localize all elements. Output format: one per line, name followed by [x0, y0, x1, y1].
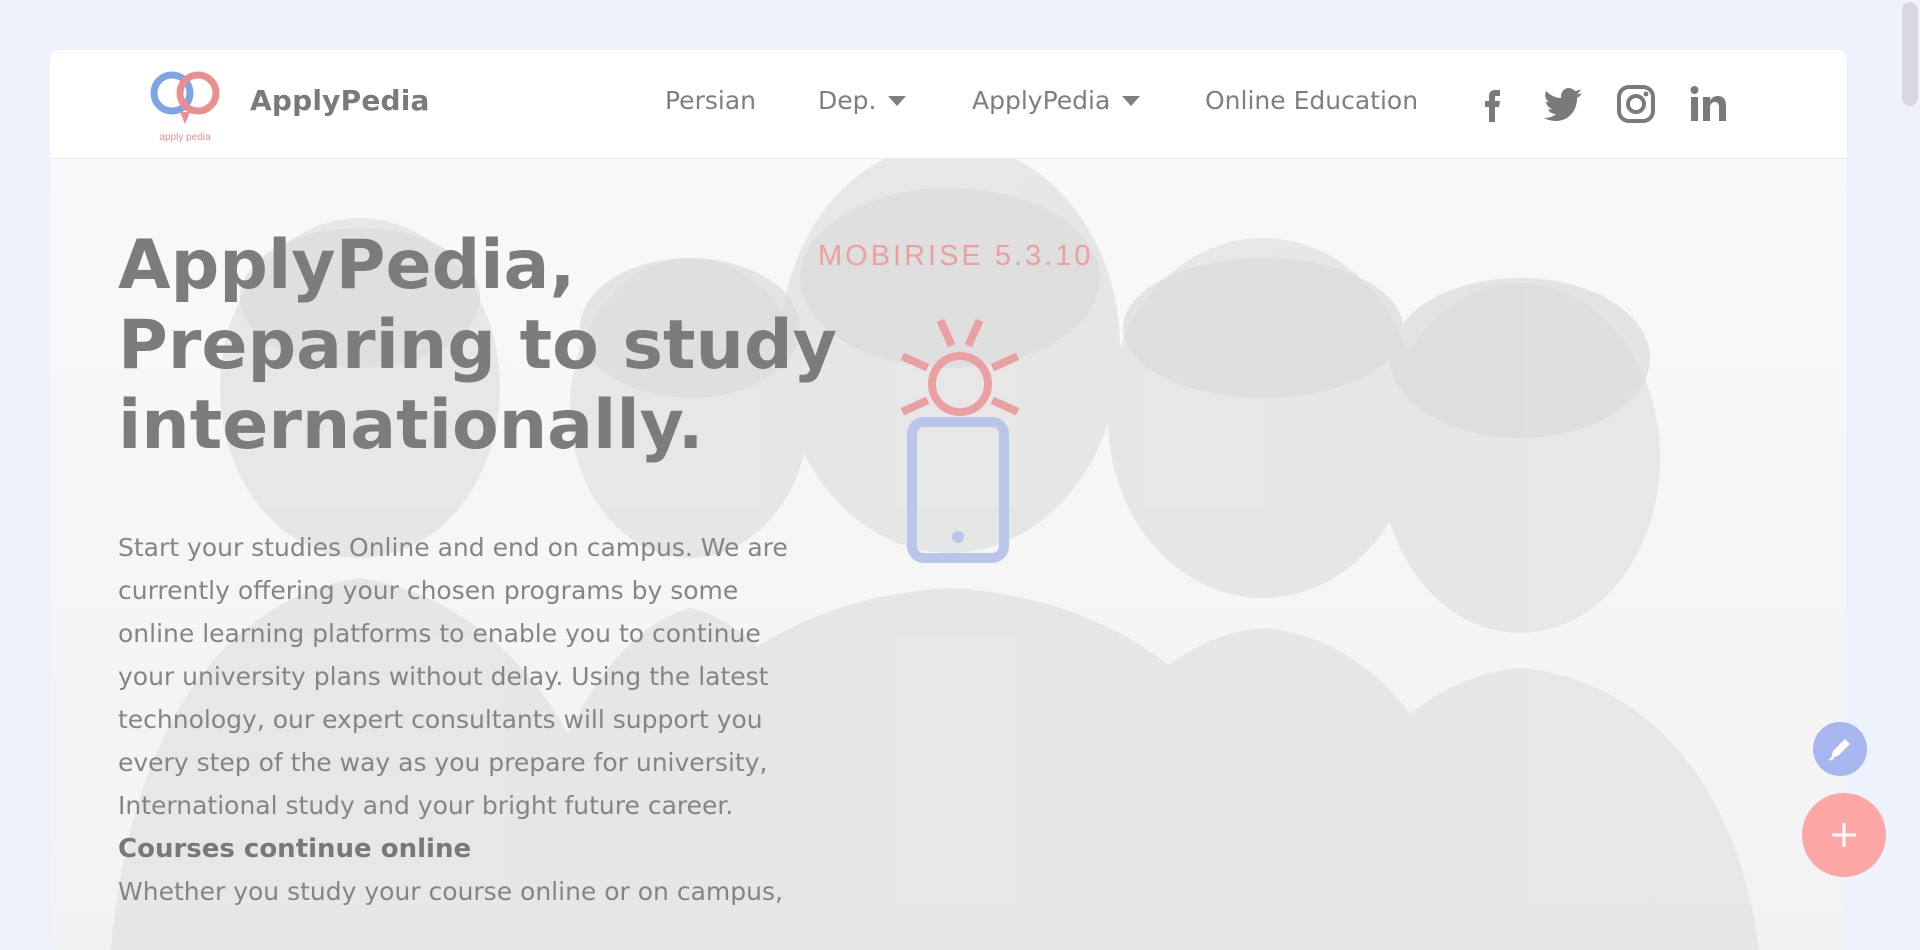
hero-subheading: Courses continue online: [118, 834, 472, 864]
scrollbar-thumb[interactable]: [1902, 2, 1918, 106]
applypedia-logo[interactable]: apply pedia: [142, 60, 228, 146]
instagram-icon[interactable]: [1614, 82, 1658, 126]
mobile-sun-icon: [900, 318, 1020, 563]
pen-icon: [1828, 739, 1850, 761]
brand-name[interactable]: ApplyPedia: [250, 84, 430, 117]
linkedin-icon[interactable]: [1686, 82, 1730, 126]
edit-button[interactable]: [1813, 722, 1867, 776]
add-button[interactable]: [1802, 793, 1886, 877]
scrollbar[interactable]: [1898, 0, 1920, 911]
nav-item-online-education[interactable]: Online Education: [1205, 86, 1418, 115]
facebook-icon[interactable]: [1470, 82, 1514, 126]
caret-down-icon: [888, 95, 907, 106]
hero-subtext: Whether you study your course online or …: [118, 877, 783, 906]
plus-icon: [1832, 823, 1856, 847]
mobirise-version-label: MOBIRISE 5.3.10: [818, 240, 1094, 272]
nav-item-label: Dep.: [818, 86, 877, 115]
hero-title: ApplyPedia, Preparing to study internati…: [118, 226, 837, 465]
caret-down-icon: [1122, 95, 1141, 106]
twitter-icon[interactable]: [1542, 82, 1586, 126]
nav-item-label: Persian: [665, 86, 756, 115]
logo-text: apply pedia: [159, 132, 211, 143]
hero-paragraph: Start your studies Online and end on cam…: [118, 533, 788, 820]
nav-item-label: ApplyPedia: [972, 86, 1111, 115]
nav-item-applypedia[interactable]: ApplyPedia: [972, 86, 1141, 115]
nav-item-label: Online Education: [1205, 86, 1419, 115]
navbar: apply pedia ApplyPedia Persian Dep. Appl…: [50, 50, 1847, 159]
nav-item-dep[interactable]: Dep.: [818, 86, 907, 115]
nav-item-persian[interactable]: Persian: [665, 86, 756, 115]
